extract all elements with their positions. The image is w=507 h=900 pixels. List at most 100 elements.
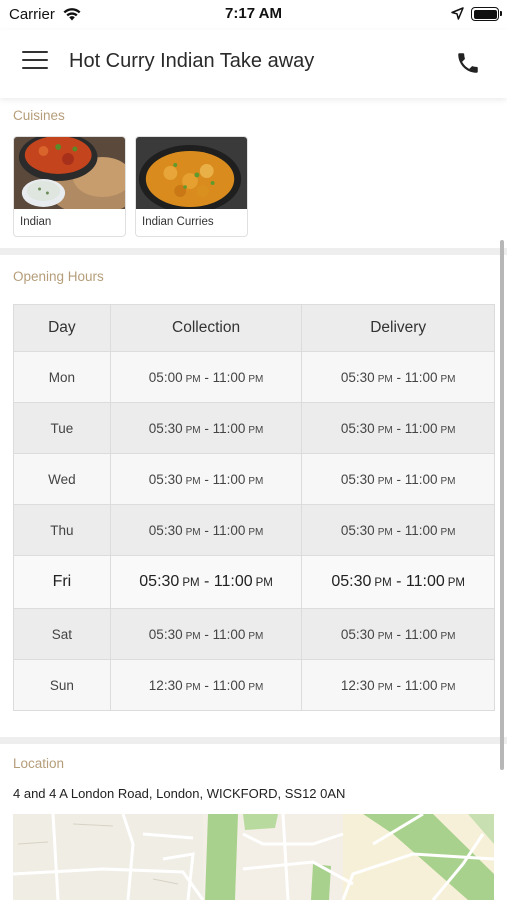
ampm-label: PM [248, 475, 264, 487]
page-title: Hot Curry Indian Take away [69, 50, 315, 72]
section-divider [0, 248, 507, 255]
day-cell: Mon [13, 351, 111, 403]
delivery-hours-cell: 05:30 PM - 11:00 PM [301, 504, 495, 556]
table-row: Sat 05:30 PM - 11:00 PM 05:30 PM - 11:00 PM [13, 608, 495, 660]
app-header: Hot Curry Indian Take away [0, 30, 507, 98]
map-image [13, 814, 494, 900]
time-value: 05:30 [340, 369, 375, 385]
collection-hours-cell: 05:30 PM - 11:00 PM [109, 453, 303, 505]
ampm-label: PM [377, 681, 393, 693]
delivery-hours-cell: 12:30 PM - 11:00 PM [301, 659, 495, 711]
time-value: 11:00 [212, 369, 246, 385]
ampm-label: PM [255, 577, 273, 589]
restaurant-address: 4 and 4 A London Road, London, WICKFORD,… [13, 786, 346, 801]
time-separator: - [200, 420, 213, 436]
ampm-label: PM [447, 577, 465, 589]
indian-cuisine-image [14, 137, 125, 215]
cuisines-section-label: Cuisines [13, 108, 65, 123]
time-value: 05:30 [340, 420, 375, 436]
table-row: Wed 05:30 PM - 11:00 PM 05:30 PM - 11:00 PM [13, 453, 495, 505]
time-value: 05:30 [148, 471, 183, 487]
indian-curries-image [136, 137, 247, 213]
location-arrow-icon [451, 7, 464, 20]
ampm-label: PM [185, 424, 201, 436]
time-value: 11:00 [404, 420, 438, 436]
time-separator: - [200, 522, 213, 538]
time-value: 05:30 [148, 626, 183, 642]
section-divider [0, 737, 507, 744]
ampm-label: PM [377, 373, 393, 385]
delivery-hours-cell: 05:30 PM - 11:00 PM [301, 555, 495, 609]
ampm-label: PM [440, 475, 456, 487]
location-map[interactable] [13, 814, 494, 900]
ampm-label: PM [185, 681, 201, 693]
table-header-row: Day Collection Delivery [13, 304, 495, 352]
status-bar: Carrier 7:17 AM [0, 0, 507, 30]
collection-hours-cell: 12:30 PM - 11:00 PM [109, 659, 303, 711]
time-value: 11:00 [212, 471, 246, 487]
time-value: 05:30 [340, 626, 375, 642]
time-value: 05:30 [148, 420, 183, 436]
time-value: 05:30 [148, 522, 183, 538]
ampm-label: PM [248, 630, 264, 642]
cuisine-card-indian-curries[interactable]: Indian Curries [135, 136, 248, 237]
time-separator: - [200, 471, 213, 487]
time-separator: - [391, 573, 406, 590]
day-cell: Thu [13, 504, 111, 556]
collection-hours-cell: 05:30 PM - 11:00 PM [109, 504, 303, 556]
day-cell: Wed [13, 453, 111, 505]
ampm-label: PM [377, 630, 393, 642]
collection-hours-cell: 05:30 PM - 11:00 PM [109, 555, 303, 609]
ampm-label: PM [377, 475, 393, 487]
ampm-label: PM [248, 373, 264, 385]
day-cell: Sat [13, 608, 111, 660]
time-value: 11:00 [405, 573, 445, 590]
column-header-delivery: Delivery [301, 304, 495, 352]
time-value: 11:00 [404, 522, 438, 538]
time-separator: - [392, 626, 405, 642]
day-cell: Fri [13, 555, 111, 609]
cuisine-card-indian[interactable]: Indian [13, 136, 126, 237]
time-value: 05:30 [139, 573, 180, 590]
collection-hours-cell: 05:30 PM - 11:00 PM [109, 402, 303, 454]
ampm-label: PM [248, 526, 264, 538]
ampm-label: PM [440, 630, 456, 642]
ampm-label: PM [248, 681, 264, 693]
table-row: Fri 05:30 PM - 11:00 PM 05:30 PM - 11:00 PM [13, 555, 495, 609]
scrollbar[interactable] [500, 240, 504, 770]
time-value: 05:30 [340, 522, 375, 538]
time-value: 11:00 [212, 626, 246, 642]
time-separator: - [392, 677, 405, 693]
ampm-label: PM [440, 373, 456, 385]
delivery-hours-cell: 05:30 PM - 11:00 PM [301, 453, 495, 505]
ampm-label: PM [440, 424, 456, 436]
time-value: 11:00 [212, 677, 246, 693]
hamburger-menu-icon[interactable] [22, 51, 48, 73]
ampm-label: PM [185, 373, 201, 385]
status-time: 7:17 AM [225, 5, 282, 22]
ampm-label: PM [377, 424, 393, 436]
collection-hours-cell: 05:00 PM - 11:00 PM [109, 351, 303, 403]
time-value: 11:00 [213, 573, 253, 590]
time-separator: - [199, 573, 214, 590]
time-value: 11:00 [404, 626, 438, 642]
table-row: Tue 05:30 PM - 11:00 PM 05:30 PM - 11:00 PM [13, 402, 495, 454]
time-value: 05:30 [340, 471, 375, 487]
delivery-hours-cell: 05:30 PM - 11:00 PM [301, 402, 495, 454]
time-separator: - [392, 471, 405, 487]
time-value: 11:00 [404, 677, 438, 693]
time-separator: - [200, 626, 213, 642]
collection-hours-cell: 05:30 PM - 11:00 PM [109, 608, 303, 660]
time-value: 12:30 [340, 677, 375, 693]
phone-icon[interactable] [455, 50, 481, 76]
table-row: Thu 05:30 PM - 11:00 PM 05:30 PM - 11:00 PM [13, 504, 495, 556]
column-header-day: Day [13, 304, 111, 352]
ampm-label: PM [185, 526, 201, 538]
ampm-label: PM [248, 424, 264, 436]
time-separator: - [200, 369, 213, 385]
table-row: Mon 05:00 PM - 11:00 PM 05:30 PM - 11:00 PM [13, 351, 495, 403]
time-value: 11:00 [404, 471, 438, 487]
ampm-label: PM [182, 577, 200, 589]
battery-icon [471, 7, 502, 21]
day-cell: Tue [13, 402, 111, 454]
